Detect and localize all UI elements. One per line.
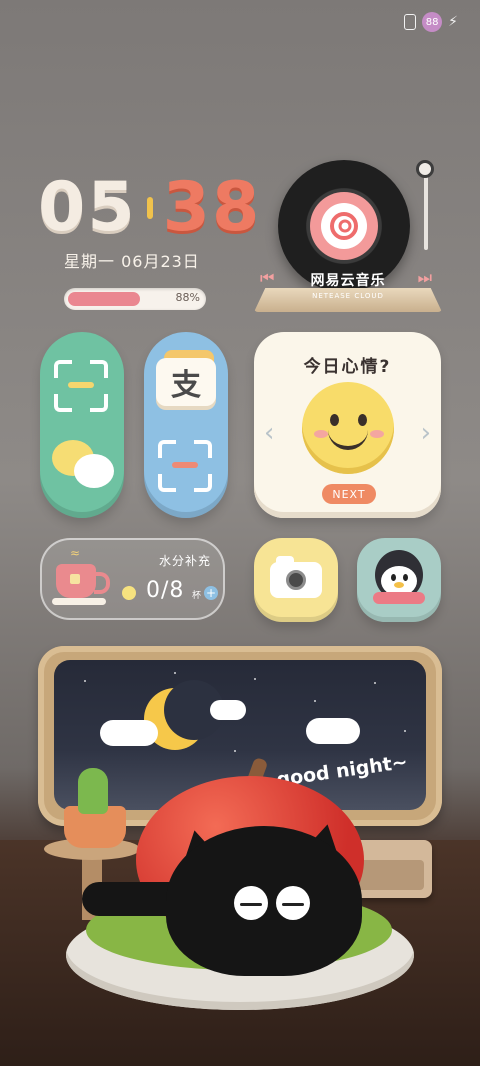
- tea-tag: [70, 574, 80, 584]
- next-track-icon[interactable]: ⏭: [418, 268, 432, 288]
- alipay-icon[interactable]: 支: [156, 358, 216, 406]
- cup-handle: [94, 572, 110, 594]
- minus-button[interactable]: [122, 586, 136, 600]
- smiley-face-icon: [302, 382, 394, 474]
- tonearm-knob: [416, 160, 434, 178]
- penguin-scarf: [373, 592, 425, 604]
- penguin-eye: [403, 574, 408, 581]
- music-player-widget[interactable]: ⏮ 网易云音乐 ⏭ NETEASE CLOUD: [254, 160, 442, 314]
- water-title: 水分补充: [158, 554, 211, 568]
- alipay-scan-widget[interactable]: 支: [144, 332, 228, 518]
- wechat-bubble-icon: [74, 454, 114, 488]
- music-app-title: 网易云音乐: [310, 273, 386, 289]
- scan-icon[interactable]: [54, 360, 108, 412]
- progress-fill: [68, 292, 140, 306]
- netease-music-icon: [310, 192, 378, 260]
- alipay-glyph: 支: [171, 368, 201, 403]
- clock-widget[interactable]: 05 38: [38, 168, 261, 247]
- steam-icon: ≈: [70, 546, 81, 560]
- netease-logo-icon: [321, 203, 367, 249]
- add-water-button[interactable]: +: [204, 586, 218, 600]
- cat-eyelid: [240, 903, 262, 906]
- camera-lens: [286, 570, 306, 590]
- progress-percent: 88%: [175, 291, 200, 304]
- battery-progress-bar: 88%: [64, 288, 206, 310]
- chevron-right-icon[interactable]: ›: [421, 418, 431, 448]
- wechat-scan-widget[interactable]: [40, 332, 124, 518]
- chevron-left-icon[interactable]: ‹: [264, 418, 274, 448]
- cloud-icon: [210, 700, 246, 720]
- water-intake-widget[interactable]: ≈ 水分补充 0/8 杯 +: [40, 538, 225, 620]
- music-app-subtitle: NETEASE CLOUD: [312, 292, 384, 300]
- water-unit: 杯: [192, 591, 202, 601]
- clock-hours: 05: [38, 168, 137, 247]
- mood-widget[interactable]: 今日心情? ‹ › NEXT: [254, 332, 441, 518]
- penguin-eye: [391, 574, 396, 581]
- water-count: 0/8: [146, 578, 185, 603]
- date-label: 星期一 06月23日: [64, 252, 200, 271]
- penguin-beak: [394, 582, 404, 588]
- status-bar: 88 ⚡: [404, 10, 458, 34]
- camera-app[interactable]: [254, 538, 338, 622]
- qq-app[interactable]: [357, 538, 441, 622]
- charging-bolt-icon: ⚡: [448, 14, 458, 30]
- mood-title: 今日心情?: [303, 357, 392, 377]
- scan-icon[interactable]: [158, 440, 212, 492]
- cactus-icon: [78, 768, 108, 814]
- battery-level: 88: [425, 16, 439, 28]
- cloud-icon: [100, 720, 158, 746]
- sim-icon: [404, 14, 417, 30]
- cat-eyelid: [282, 903, 304, 906]
- next-button[interactable]: NEXT: [322, 484, 376, 504]
- cloud-icon: [306, 718, 360, 744]
- clock-minutes: 38: [162, 168, 262, 247]
- clock-separator: [146, 196, 153, 219]
- battery-icon: 88: [422, 12, 443, 32]
- saucer: [52, 598, 106, 605]
